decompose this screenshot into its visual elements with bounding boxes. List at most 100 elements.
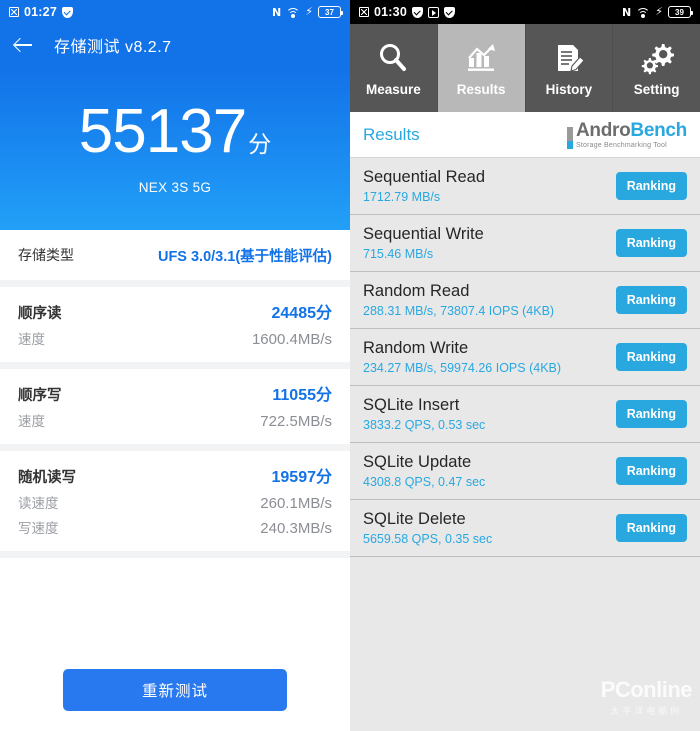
ranking-button[interactable]: Ranking: [615, 343, 687, 371]
metric-header: 顺序写 11055分: [18, 381, 332, 405]
logo-bar-icon: [566, 126, 573, 149]
results-list: Sequential Read 1712.79 MB/s Ranking Seq…: [350, 158, 700, 731]
retest-button[interactable]: 重新测试: [63, 669, 287, 711]
tab-setting[interactable]: Setting: [613, 24, 700, 112]
logo-text: AndroBench Storage Benchmarking Tool: [576, 121, 687, 149]
play-icon: [427, 6, 439, 18]
left-detail-body: 存储类型 UFS 3.0/3.1(基于性能评估) 顺序读 24485分 速度 1…: [0, 230, 350, 731]
battery-icon: 37: [318, 6, 343, 18]
storage-type-value: UFS 3.0/3.1(基于性能评估): [157, 248, 332, 265]
ranking-button[interactable]: Ranking: [615, 172, 687, 200]
result-texts: Random Read 288.31 MB/s, 73807.4 IOPS (4…: [363, 282, 554, 318]
result-name: SQLite Insert: [363, 396, 460, 414]
metric-random-read-write: 随机读写 19597分 读速度 260.1MB/s 写速度 240.3MB/s: [0, 451, 350, 551]
metric-score: 24485分: [271, 305, 333, 322]
result-row-sqlite-update[interactable]: SQLite Update 4308.8 QPS, 0.47 sec Ranki…: [350, 443, 700, 500]
metric-line: 速度 722.5MB/s: [18, 410, 332, 430]
metric-header: 顺序读 24485分: [18, 299, 332, 323]
result-value: 3833.2 QPS, 0.53 sec: [363, 418, 486, 432]
left-status-bar-left: 01:27: [9, 5, 73, 19]
screenshot-root: 01:27 N ⚡ 37 存储测试 v8.2.7 55137 分 NEX 3S …: [0, 0, 700, 731]
left-phone-screen: 01:27 N ⚡ 37 存储测试 v8.2.7 55137 分 NEX 3S …: [0, 0, 350, 731]
metric-line-key: 读速度: [18, 496, 59, 511]
result-texts: SQLite Delete 5659.58 QPS, 0.35 sec: [363, 510, 492, 546]
results-header: Results AndroBench Storage Benchmarking …: [350, 112, 700, 158]
result-row-sequential-write[interactable]: Sequential Write 715.46 MB/s Ranking: [350, 215, 700, 272]
tab-label: Measure: [365, 81, 421, 97]
result-texts: SQLite Update 4308.8 QPS, 0.47 sec: [363, 453, 485, 489]
ranking-button[interactable]: Ranking: [615, 400, 687, 428]
right-status-time: 01:30: [374, 5, 407, 19]
screenshot-icon: [9, 7, 19, 17]
metric-sequential-read: 顺序读 24485分 速度 1600.4MB/s: [0, 287, 350, 362]
result-value: 234.27 MB/s, 59974.26 IOPS (4KB): [363, 361, 562, 375]
charging-bolt-icon: ⚡: [655, 5, 663, 18]
metric-line-value: 240.3MB/s: [260, 520, 332, 537]
result-value: 5659.58 QPS, 0.35 sec: [363, 532, 493, 546]
nfc-icon: N: [622, 5, 632, 19]
right-status-bar: 01:30 N ⚡ 39: [350, 0, 700, 24]
logo-wordmark: AndroBench: [576, 120, 687, 141]
score-row: 55137 分: [79, 101, 271, 163]
result-name: Sequential Write: [363, 225, 484, 243]
metric-line: 速度 1600.4MB/s: [18, 328, 332, 348]
retest-button-wrap: 重新测试: [0, 669, 350, 711]
metric-sequential-write: 顺序写 11055分 速度 722.5MB/s: [0, 369, 350, 444]
result-row-sequential-read[interactable]: Sequential Read 1712.79 MB/s Ranking: [350, 158, 700, 215]
logo-tagline: Storage Benchmarking Tool: [575, 141, 667, 149]
result-row-sqlite-delete[interactable]: SQLite Delete 5659.58 QPS, 0.35 sec Rank…: [350, 500, 700, 557]
metric-line-key: 写速度: [18, 521, 59, 536]
nfc-icon: N: [272, 5, 282, 19]
left-status-bar-right: N ⚡ 37: [272, 5, 343, 19]
page-title: 存储测试 v8.2.7: [54, 39, 172, 56]
metric-line-key: 速度: [18, 414, 45, 429]
result-row-sqlite-insert[interactable]: SQLite Insert 3833.2 QPS, 0.53 sec Ranki…: [350, 386, 700, 443]
metric-line: 写速度 240.3MB/s: [18, 517, 332, 537]
result-value: 715.46 MB/s: [363, 247, 434, 261]
metric-line-key: 速度: [18, 332, 45, 347]
document-pencil-icon: [552, 40, 586, 76]
metric-name: 随机读写: [18, 470, 76, 486]
metric-line: 读速度 260.1MB/s: [18, 492, 332, 512]
ranking-button[interactable]: Ranking: [615, 514, 687, 542]
tab-measure[interactable]: Measure: [350, 24, 438, 112]
storage-type-label: 存储类型: [18, 247, 74, 263]
tab-history[interactable]: History: [526, 24, 614, 112]
section-divider: [0, 444, 350, 451]
shield-icon: [61, 6, 73, 18]
wifi-icon: [286, 7, 301, 18]
metric-line-value: 1600.4MB/s: [251, 331, 332, 348]
section-divider: [0, 551, 350, 558]
device-name: NEX 3S 5G: [138, 180, 212, 195]
metric-name: 顺序写: [18, 388, 62, 404]
left-status-bar: 01:27 N ⚡ 37: [0, 0, 350, 24]
result-texts: Random Write 234.27 MB/s, 59974.26 IOPS …: [363, 339, 561, 375]
tab-label: Setting: [633, 81, 680, 97]
back-arrow-icon[interactable]: [14, 35, 34, 55]
left-app-bar: 存储测试 v8.2.7: [0, 24, 350, 66]
result-name: SQLite Update: [363, 453, 472, 471]
tab-label: Results: [456, 81, 506, 97]
score-unit: 分: [248, 131, 272, 157]
result-row-random-write[interactable]: Random Write 234.27 MB/s, 59974.26 IOPS …: [350, 329, 700, 386]
tab-results[interactable]: Results: [437, 24, 526, 112]
logo-word-a: Andro: [575, 119, 631, 141]
result-value: 288.31 MB/s, 73807.4 IOPS (4KB): [363, 304, 555, 318]
metric-score: 11055分: [272, 387, 332, 404]
result-name: Sequential Read: [363, 168, 486, 186]
ranking-button[interactable]: Ranking: [615, 229, 687, 257]
metric-score: 19597分: [271, 469, 333, 486]
result-texts: SQLite Insert 3833.2 QPS, 0.53 sec: [363, 396, 485, 432]
androbench-logo: AndroBench Storage Benchmarking Tool: [566, 121, 687, 149]
magnifier-icon: [376, 40, 410, 76]
ranking-button[interactable]: Ranking: [615, 286, 687, 314]
right-status-bar-left: 01:30: [359, 5, 455, 19]
result-row-random-read[interactable]: Random Read 288.31 MB/s, 73807.4 IOPS (4…: [350, 272, 700, 329]
right-status-bar-right: N ⚡ 39: [622, 5, 693, 19]
wifi-icon: [636, 7, 651, 18]
shield-icon: [411, 6, 423, 18]
section-divider: [0, 280, 350, 287]
ranking-button[interactable]: Ranking: [615, 457, 687, 485]
metric-name: 顺序读: [18, 306, 62, 322]
gears-icon: [640, 40, 674, 76]
